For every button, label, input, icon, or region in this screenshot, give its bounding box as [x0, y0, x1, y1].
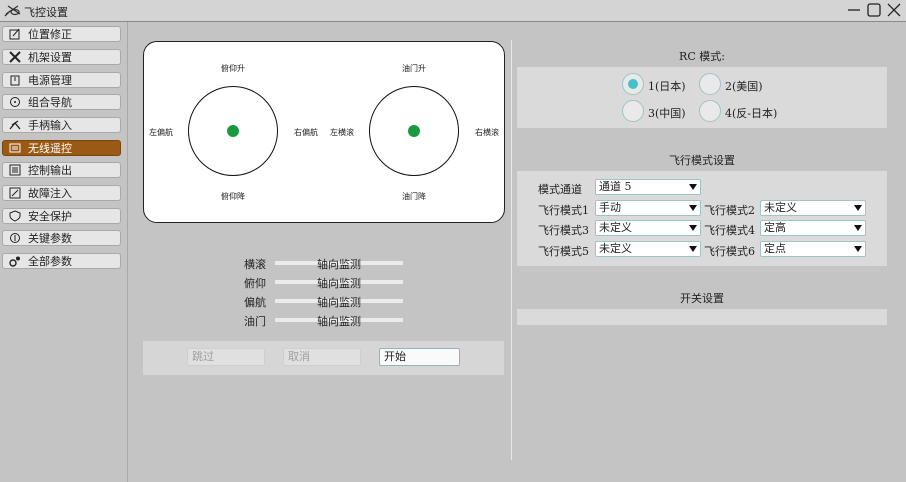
left-stick-circle	[188, 86, 278, 176]
key-param-icon	[8, 232, 22, 244]
chevron-down-icon	[689, 225, 697, 231]
flight-mode-2-label: 飞行模式2	[704, 204, 755, 217]
edit-icon	[8, 28, 22, 40]
right-stick-circle	[369, 86, 459, 176]
calibration-actions: 跳过 取消 开始	[143, 341, 504, 375]
rc-mode-title: RC 模式:	[679, 50, 725, 63]
title-bar: 飞控设置	[0, 0, 906, 22]
stick-display-panel: 俯仰升 俯仰降 左偏航 右偏航 油门升 油门降 左横滚 右横滚	[143, 41, 505, 223]
sidebar-item-position-correction[interactable]: 位置修正	[2, 26, 121, 42]
sidebar-item-power-management[interactable]: 电源管理	[2, 72, 121, 88]
chevron-down-icon	[689, 205, 697, 211]
frame-icon	[8, 51, 22, 63]
switch-settings-box	[517, 309, 887, 325]
cancel-button[interactable]: 取消	[283, 348, 361, 366]
window-title: 飞控设置	[24, 6, 68, 19]
close-icon	[887, 3, 901, 17]
start-button[interactable]: 开始	[379, 348, 460, 366]
right-stick-right-label: 右横滚	[475, 128, 499, 137]
left-stick-bottom-label: 俯仰降	[221, 192, 245, 201]
power-icon	[8, 74, 22, 86]
flight-mode-3-select[interactable]: 未定义	[595, 220, 701, 236]
chevron-down-icon	[689, 246, 697, 252]
rc-mode-radio-4[interactable]	[699, 100, 721, 122]
monitor-label-yaw: 偏航	[244, 296, 266, 309]
close-button[interactable]	[886, 1, 902, 19]
sidebar-item-gamepad-input[interactable]: 手柄输入	[2, 117, 121, 133]
flight-mode-3-label: 飞行模式3	[538, 224, 589, 237]
chevron-down-icon	[854, 205, 862, 211]
drone-app-icon	[4, 5, 21, 17]
rc-mode-box: 1(日本) 2(美国) 3(中国) 4(反-日本)	[517, 67, 887, 128]
chevron-down-icon	[854, 225, 862, 231]
flight-mode-5-label: 飞行模式5	[538, 245, 589, 258]
flight-mode-6-label: 飞行模式6	[704, 245, 755, 258]
rc-mode-label-2: 2(美国)	[725, 80, 763, 93]
flight-mode-4-select[interactable]: 定高	[760, 220, 866, 236]
flight-mode-4-label: 飞行模式4	[704, 224, 755, 237]
flight-modes-box: 模式通道 通道 5 飞行模式1 手动 飞行模式2 未定义 飞行模式3 未定义 飞…	[517, 171, 887, 266]
rc-mode-label-4: 4(反-日本)	[725, 107, 778, 120]
monitor-text-throttle: 轴向监测	[317, 315, 361, 328]
sidebar-item-key-parameters[interactable]: 关键参数	[2, 230, 121, 246]
flight-mode-5-select[interactable]: 未定义	[595, 241, 701, 257]
monitor-text-roll: 轴向监测	[317, 258, 361, 271]
remote-icon	[8, 142, 22, 154]
monitor-label-throttle: 油门	[244, 315, 266, 328]
sidebar-item-fault-injection[interactable]: 故障注入	[2, 185, 121, 201]
navigation-icon	[8, 96, 22, 108]
flight-mode-1-label: 飞行模式1	[538, 204, 589, 217]
monitor-label-pitch: 俯仰	[244, 277, 266, 290]
chevron-down-icon	[689, 184, 697, 190]
output-icon	[8, 164, 22, 176]
rc-mode-label-1: 1(日本)	[648, 80, 686, 93]
flight-modes-title: 飞行模式设置	[669, 154, 735, 167]
monitor-text-pitch: 轴向监测	[317, 277, 361, 290]
sidebar-item-control-output[interactable]: 控制输出	[2, 162, 121, 178]
left-stick-top-label: 俯仰升	[221, 64, 245, 73]
right-stick-position-dot	[408, 125, 420, 137]
skip-button[interactable]: 跳过	[187, 348, 265, 366]
fault-icon	[8, 187, 22, 199]
sidebar: 位置修正 机架设置 电源管理 组合导航 手柄输入 无线遥控 控制输出 故障注入 …	[0, 22, 128, 482]
flight-mode-6-select[interactable]: 定点	[760, 241, 866, 257]
left-stick-right-label: 右偏航	[294, 128, 318, 137]
vertical-divider	[511, 40, 512, 460]
minimize-button[interactable]	[846, 1, 862, 19]
maximize-icon	[867, 3, 881, 17]
maximize-button[interactable]	[866, 1, 882, 19]
left-stick-left-label: 左偏航	[149, 128, 173, 137]
rc-mode-radio-1[interactable]	[622, 73, 644, 95]
switch-settings-title: 开关设置	[680, 292, 724, 305]
shield-icon	[8, 210, 22, 222]
rc-mode-radio-2[interactable]	[699, 73, 721, 95]
monitor-text-yaw: 轴向监测	[317, 296, 361, 309]
right-stick-top-label: 油门升	[402, 64, 426, 73]
right-stick-left-label: 左横滚	[330, 128, 354, 137]
rc-mode-label-3: 3(中国)	[648, 107, 686, 120]
gamepad-icon	[8, 119, 22, 131]
chevron-down-icon	[854, 246, 862, 252]
rc-mode-radio-3[interactable]	[622, 100, 644, 122]
sidebar-item-safety-protection[interactable]: 安全保护	[2, 208, 121, 224]
left-stick-position-dot	[227, 125, 239, 137]
minimize-icon	[848, 9, 860, 11]
all-params-icon	[8, 255, 22, 267]
flight-mode-2-select[interactable]: 未定义	[760, 200, 866, 216]
sidebar-item-integrated-navigation[interactable]: 组合导航	[2, 94, 121, 110]
sidebar-item-radio-control[interactable]: 无线遥控	[2, 140, 121, 156]
flight-mode-1-select[interactable]: 手动	[595, 200, 701, 216]
mode-channel-select[interactable]: 通道 5	[595, 179, 701, 195]
mode-channel-label: 模式通道	[538, 183, 582, 196]
monitor-label-roll: 横滚	[244, 258, 266, 271]
sidebar-item-frame-settings[interactable]: 机架设置	[2, 49, 121, 65]
right-stick-bottom-label: 油门降	[402, 192, 426, 201]
sidebar-item-all-parameters[interactable]: 全部参数	[2, 253, 121, 269]
